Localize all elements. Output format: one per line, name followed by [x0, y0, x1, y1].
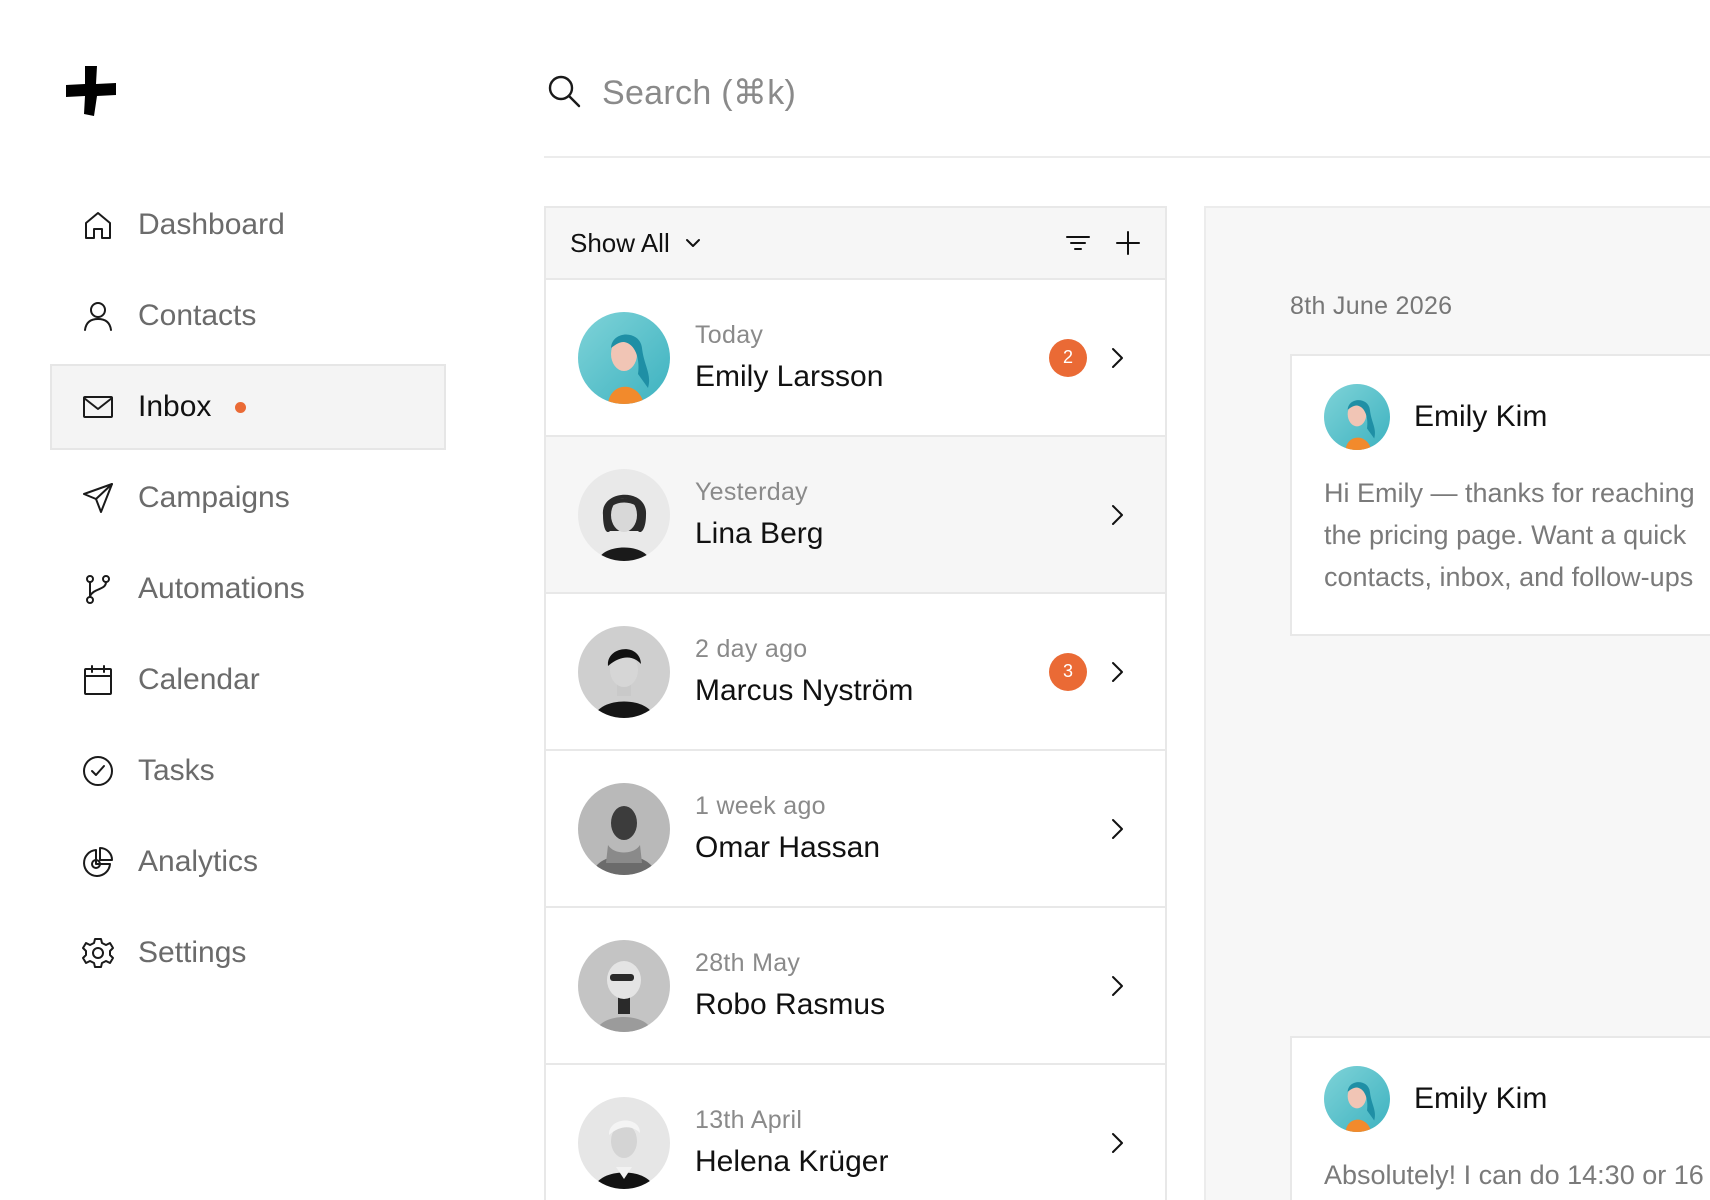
search-input[interactable]: Search (⌘k)	[546, 70, 796, 116]
thread-timestamp: 2 day ago	[695, 635, 808, 663]
inbox-thread-list: Show All Today Emily Larsson 2 Yesterday…	[544, 206, 1167, 1200]
thread-text: 2 day ago Marcus Nyström	[695, 635, 913, 708]
message-line: the pricing page. Want a quick	[1324, 520, 1687, 550]
thread-timestamp: 13th April	[695, 1106, 803, 1134]
search-icon	[546, 73, 582, 114]
sidebar-item-settings[interactable]: Settings	[50, 910, 446, 996]
chevron-down-icon	[685, 239, 700, 247]
gear-icon	[80, 935, 116, 971]
sidebar-item-label: Calendar	[138, 663, 260, 696]
thread-text: Today Emily Larsson	[695, 321, 883, 394]
thread-text: 13th April Helena Krüger	[695, 1106, 888, 1179]
message-line: Absolutely! I can do 14:30 or 16	[1324, 1160, 1704, 1190]
avatar	[1324, 384, 1390, 450]
thread-row[interactable]: 13th April Helena Krüger	[546, 1065, 1165, 1200]
thread-timestamp: Yesterday	[695, 478, 808, 506]
sidebar-item-contacts[interactable]: Contacts	[50, 273, 446, 359]
sidebar-item-tasks[interactable]: Tasks	[50, 728, 446, 814]
sidebar-item-dashboard[interactable]: Dashboard	[50, 182, 446, 268]
sidebar-item-label: Tasks	[138, 754, 215, 787]
message-card: Emily Kim Hi Emily — thanks for reaching…	[1290, 354, 1710, 636]
thread-timestamp: 1 week ago	[695, 792, 826, 820]
chevron-right-icon	[1103, 344, 1131, 372]
send-icon	[80, 480, 116, 516]
mail-icon	[80, 389, 116, 425]
message-line: Hi Emily — thanks for reaching	[1324, 478, 1695, 508]
unread-count-badge: 3	[1049, 652, 1087, 691]
check-circle-icon	[80, 753, 116, 789]
conversation-pane: 8th June 2026 Emily Kim Hi Emily — thank…	[1204, 206, 1710, 1200]
avatar	[578, 311, 670, 404]
thread-timestamp: Today	[695, 321, 764, 349]
sidebar-item-label: Analytics	[138, 845, 259, 878]
thread-contact-name: Omar Hassan	[695, 831, 881, 864]
brand-logo[interactable]	[64, 64, 118, 118]
message-header: Emily Kim	[1324, 1066, 1710, 1132]
thread-timestamp: 28th May	[695, 949, 801, 977]
chevron-right-icon	[1103, 1129, 1131, 1157]
new-thread-button[interactable]	[1113, 228, 1143, 258]
app-window: Dashboard Contacts Inbox Campaigns Autom…	[0, 0, 1710, 1200]
sidebar-item-label: Dashboard	[138, 208, 285, 241]
chevron-right-icon	[1103, 972, 1131, 1000]
sidebar-item-analytics[interactable]: Analytics	[50, 819, 446, 905]
thread-contact-name: Marcus Nyström	[695, 674, 914, 707]
avatar	[578, 625, 670, 718]
sidebar-item-automations[interactable]: Automations	[50, 546, 446, 632]
avatar	[1324, 1066, 1390, 1132]
filter-dropdown[interactable]: Show All	[570, 228, 704, 259]
thread-row[interactable]: Today Emily Larsson 2	[546, 280, 1165, 437]
user-icon	[80, 298, 116, 334]
branch-icon	[80, 571, 116, 607]
avatar	[578, 939, 670, 1032]
sidebar-item-inbox[interactable]: Inbox	[50, 364, 446, 450]
unread-indicator-dot	[235, 401, 247, 413]
avatar	[578, 1096, 670, 1189]
sidebar-item-label: Automations	[138, 572, 305, 605]
sort-filter-button[interactable]	[1063, 228, 1093, 258]
sidebar-item-label: Contacts	[138, 299, 257, 332]
thread-contact-name: Robo Rasmus	[695, 988, 886, 1021]
avatar	[578, 782, 670, 875]
message-author: Emily Kim	[1414, 400, 1548, 433]
thread-list-actions	[1063, 228, 1143, 258]
home-icon	[80, 207, 116, 243]
thread-row[interactable]: 1 week ago Omar Hassan	[546, 751, 1165, 908]
message-body: Hi Emily — thanks for reaching the prici…	[1324, 472, 1710, 598]
sidebar-item-campaigns[interactable]: Campaigns	[50, 455, 446, 541]
thread-text: 28th May Robo Rasmus	[695, 949, 885, 1022]
sidebar-item-label: Inbox	[138, 390, 212, 423]
message-body: Absolutely! I can do 14:30 or 16	[1324, 1154, 1710, 1196]
filter-lines-icon	[1066, 236, 1090, 250]
chevron-right-icon	[1103, 815, 1131, 843]
thread-contact-name: Helena Krüger	[695, 1145, 889, 1178]
header-divider	[544, 156, 1710, 158]
chevron-right-icon	[1103, 501, 1131, 529]
thread-row[interactable]: Yesterday Lina Berg	[546, 437, 1165, 594]
sidebar-item-calendar[interactable]: Calendar	[50, 637, 446, 723]
thread-contact-name: Lina Berg	[695, 517, 824, 550]
message-header: Emily Kim	[1324, 384, 1710, 450]
message-line: contacts, inbox, and follow-ups	[1324, 562, 1694, 592]
conversation-date: 8th June 2026	[1290, 292, 1453, 320]
filter-dropdown-label: Show All	[570, 227, 670, 258]
unread-count-badge: 2	[1049, 338, 1087, 377]
chevron-right-icon	[1103, 658, 1131, 686]
sidebar-nav: Dashboard Contacts Inbox Campaigns Autom…	[50, 182, 446, 1001]
thread-row[interactable]: 2 day ago Marcus Nyström 3	[546, 594, 1165, 751]
thread-text: 1 week ago Omar Hassan	[695, 792, 880, 865]
message-author: Emily Kim	[1414, 1082, 1548, 1115]
thread-text: Yesterday Lina Berg	[695, 478, 823, 551]
calendar-icon	[80, 662, 116, 698]
thread-contact-name: Emily Larsson	[695, 360, 884, 393]
thread-row[interactable]: 28th May Robo Rasmus	[546, 908, 1165, 1065]
plus-icon	[1116, 231, 1140, 255]
search-placeholder: Search (⌘k)	[602, 74, 797, 112]
sidebar-item-label: Campaigns	[138, 481, 290, 514]
avatar	[578, 468, 670, 561]
pie-chart-icon	[80, 844, 116, 880]
message-card: Emily Kim Absolutely! I can do 14:30 or …	[1290, 1036, 1710, 1200]
sidebar-item-label: Settings	[138, 936, 247, 969]
thread-list-header: Show All	[546, 208, 1165, 280]
